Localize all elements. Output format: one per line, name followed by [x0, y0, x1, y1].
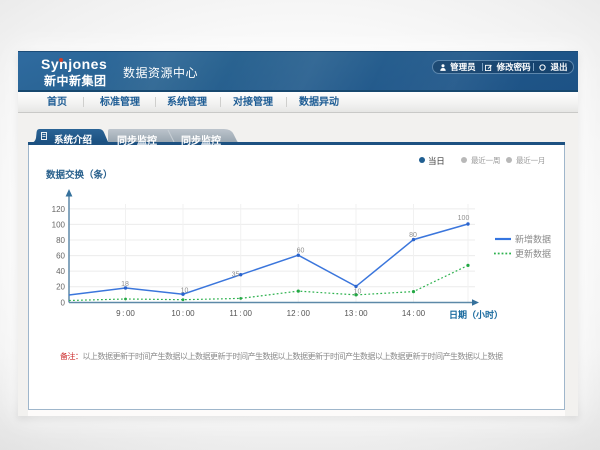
- svg-text:14 : 00: 14 : 00: [402, 309, 426, 318]
- svg-text:更新数据: 更新数据: [515, 248, 551, 259]
- svg-text:9 : 00: 9 : 00: [116, 309, 135, 318]
- svg-text:120: 120: [52, 205, 66, 214]
- svg-text:13 : 00: 13 : 00: [344, 309, 368, 318]
- svg-text:35: 35: [232, 272, 240, 279]
- svg-text:11 : 00: 11 : 00: [229, 309, 252, 318]
- svg-text:12 : 00: 12 : 00: [287, 309, 311, 318]
- svg-text:新增数据: 新增数据: [515, 234, 551, 245]
- svg-text:40: 40: [56, 267, 65, 276]
- svg-text:10: 10: [354, 289, 362, 296]
- svg-text:0: 0: [61, 299, 66, 308]
- svg-text:日期（小时）: 日期（小时）: [449, 309, 503, 320]
- svg-text:80: 80: [409, 232, 417, 239]
- svg-text:60: 60: [297, 248, 305, 255]
- svg-text:80: 80: [56, 236, 65, 245]
- svg-text:100: 100: [458, 215, 470, 222]
- svg-text:10: 10: [181, 288, 189, 295]
- svg-text:60: 60: [56, 252, 65, 261]
- svg-text:10 : 00: 10 : 00: [171, 309, 195, 318]
- svg-text:18: 18: [121, 281, 129, 288]
- svg-text:20: 20: [56, 283, 65, 292]
- svg-text:100: 100: [52, 220, 66, 229]
